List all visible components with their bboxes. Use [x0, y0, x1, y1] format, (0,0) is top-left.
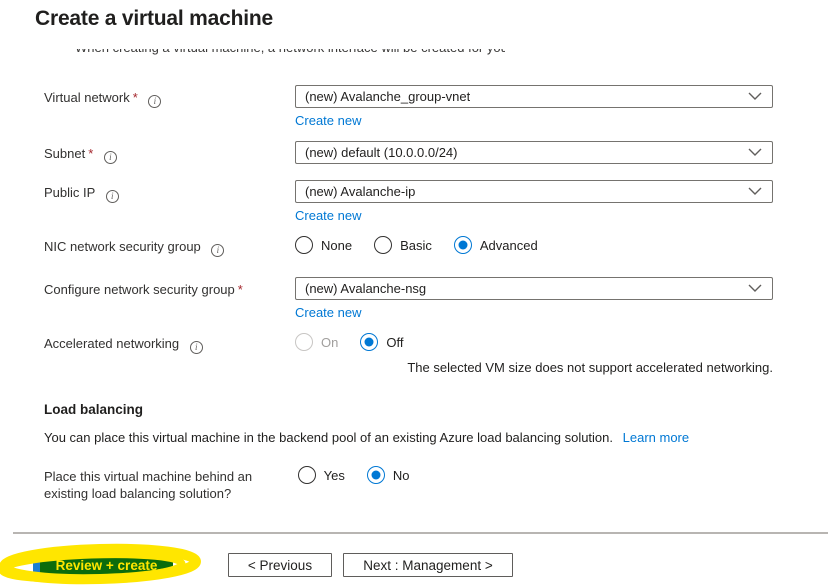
create-vm-page: Create a virtual machine When creating a…	[0, 0, 828, 586]
public-ip-dropdown[interactable]: (new) Avalanche-ip	[295, 180, 773, 203]
info-icon[interactable]: i	[211, 244, 225, 257]
radio-selected-icon	[366, 466, 385, 484]
clipped-description-line: When creating a virtual machine, a netwo…	[75, 49, 505, 58]
configure-nsg-dropdown[interactable]: (new) Avalanche-nsg	[295, 277, 773, 300]
chevron-down-icon	[748, 284, 762, 292]
radio-disabled-icon	[295, 333, 313, 351]
configure-nsg-create-new-link[interactable]: Create new	[295, 305, 361, 320]
required-asterisk: *	[132, 90, 138, 105]
radio-unselected-icon	[295, 236, 313, 254]
chevron-down-icon	[748, 187, 762, 195]
radio-advanced[interactable]: Advanced	[453, 236, 538, 254]
radio-basic[interactable]: Basic	[374, 236, 432, 254]
field-row-accelerated-networking: Accelerated networking i On Off	[44, 331, 773, 354]
next-management-button[interactable]: Next : Management >	[343, 553, 513, 577]
previous-button[interactable]: < Previous	[228, 553, 332, 577]
accelerated-networking-note: The selected VM size does not support ac…	[407, 360, 773, 375]
lb-question-label: Place this virtual machine behind an exi…	[44, 469, 253, 501]
info-icon[interactable]: i	[103, 151, 117, 164]
radio-none[interactable]: None	[295, 236, 352, 254]
accelerated-networking-radio-group: On Off	[295, 331, 773, 351]
info-icon[interactable]: i	[105, 190, 119, 203]
subnet-dropdown[interactable]: (new) default (10.0.0.0/24)	[295, 141, 773, 164]
review-create-button-highlighted-face: Review + create	[40, 554, 173, 577]
virtual-network-dropdown[interactable]: (new) Avalanche_group-vnet	[295, 85, 773, 108]
radio-off[interactable]: Off	[360, 333, 403, 351]
chevron-down-icon	[748, 148, 762, 156]
footer-divider	[13, 532, 828, 534]
radio-yes[interactable]: Yes	[297, 466, 345, 484]
required-asterisk: *	[237, 282, 243, 297]
lb-question-radio-group: Yes No	[297, 464, 773, 484]
configure-nsg-label: Configure network security group *	[44, 282, 243, 297]
radio-unselected-icon	[374, 236, 393, 254]
review-create-button[interactable]: Review + create	[33, 550, 173, 577]
radio-no[interactable]: No	[366, 466, 409, 484]
load-balancing-heading: Load balancing	[44, 402, 144, 417]
virtual-network-label: Virtual network * i	[44, 85, 295, 128]
load-balancing-description: You can place this virtual machine in th…	[44, 430, 690, 445]
nic-nsg-label: NIC network security group i	[44, 234, 295, 257]
radio-selected-icon	[453, 236, 472, 254]
radio-selected-icon	[360, 333, 379, 351]
radio-on-disabled: On	[295, 333, 338, 351]
field-row-virtual-network: Virtual network * i (new) Avalanche_group…	[44, 85, 773, 128]
required-asterisk: *	[88, 146, 94, 161]
virtual-network-create-new-link[interactable]: Create new	[295, 113, 361, 128]
info-icon[interactable]: i	[189, 341, 203, 354]
chevron-down-icon	[748, 92, 762, 100]
nic-nsg-radio-group: None Basic Advanced	[295, 234, 773, 254]
field-row-subnet: Subnet * i (new) default (10.0.0.0/24)	[44, 141, 773, 164]
info-icon[interactable]: i	[148, 95, 162, 108]
learn-more-link[interactable]: Learn more	[623, 430, 689, 445]
radio-unselected-icon	[297, 466, 316, 484]
public-ip-label: Public IP i	[44, 180, 295, 223]
field-row-lb-question: Place this virtual machine behind an exi…	[44, 464, 773, 502]
public-ip-create-new-link[interactable]: Create new	[295, 208, 361, 223]
field-row-configure-nsg: Configure network security group * (new) …	[44, 277, 773, 320]
field-row-nic-nsg: NIC network security group i None Basic …	[44, 234, 773, 257]
accelerated-networking-label: Accelerated networking i	[44, 331, 295, 354]
page-title: Create a virtual machine	[35, 7, 273, 30]
subnet-label: Subnet * i	[44, 141, 295, 164]
field-row-public-ip: Public IP i (new) Avalanche-ip Create ne…	[44, 180, 773, 223]
